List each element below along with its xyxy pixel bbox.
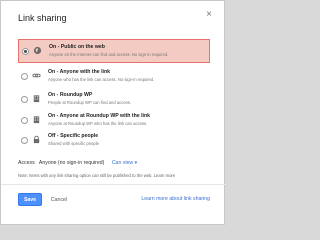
option-description: Shared with specific people xyxy=(48,141,99,146)
option-roundup-wp-with-link[interactable]: On - Anyone at Roundup WP with the link … xyxy=(18,111,210,133)
access-label: Access xyxy=(18,160,35,166)
option-description: Anyone who has the link can access. No s… xyxy=(48,77,155,82)
radio-button[interactable] xyxy=(21,117,28,124)
option-description: Anyone at Roundup WP who has the link ca… xyxy=(48,121,148,126)
option-title: On - Anyone at Roundup WP with the link xyxy=(48,113,151,119)
building-icon xyxy=(33,95,40,103)
learn-more-link[interactable]: Learn more about link sharing xyxy=(141,196,210,202)
option-specific-people[interactable]: Off - Specific people Shared with specif… xyxy=(18,131,210,153)
divider xyxy=(1,184,226,185)
link-sharing-dialog: Link sharing × On - Public on the web An… xyxy=(0,0,226,225)
radio-button[interactable] xyxy=(22,48,29,55)
close-icon[interactable]: × xyxy=(206,9,212,21)
option-title: Off - Specific people xyxy=(48,133,99,139)
cancel-button[interactable]: Cancel xyxy=(49,193,69,206)
radio-button[interactable] xyxy=(21,137,28,144)
lock-icon xyxy=(33,135,40,144)
option-description: Anyone on the Internet can find and acce… xyxy=(49,52,169,57)
access-value: Anyone (no sign-in required) xyxy=(38,160,105,166)
dialog-title: Link sharing xyxy=(18,13,67,23)
option-title: On - Roundup WP xyxy=(48,92,93,98)
access-row: Access Anyone (no sign-in required) Can … xyxy=(18,160,137,166)
access-level-dropdown[interactable]: Can view ▾ xyxy=(112,160,137,166)
option-title: On - Public on the web xyxy=(49,44,105,50)
option-title: On - Anyone with the link xyxy=(48,69,111,75)
building-icon xyxy=(33,116,40,124)
radio-button[interactable] xyxy=(21,96,28,103)
option-description: People at Roundup WP can find and access… xyxy=(48,100,132,105)
globe-icon xyxy=(33,46,42,55)
option-public-on-web[interactable]: On - Public on the web Anyone on the Int… xyxy=(18,39,210,63)
radio-button[interactable] xyxy=(21,73,28,80)
publish-note: Note: Items with any link sharing option… xyxy=(18,173,176,178)
save-button[interactable]: Save xyxy=(18,193,42,206)
link-icon xyxy=(32,73,41,78)
option-anyone-with-link[interactable]: On - Anyone with the link Anyone who has… xyxy=(18,67,210,89)
option-roundup-wp[interactable]: On - Roundup WP People at Roundup WP can… xyxy=(18,90,210,112)
